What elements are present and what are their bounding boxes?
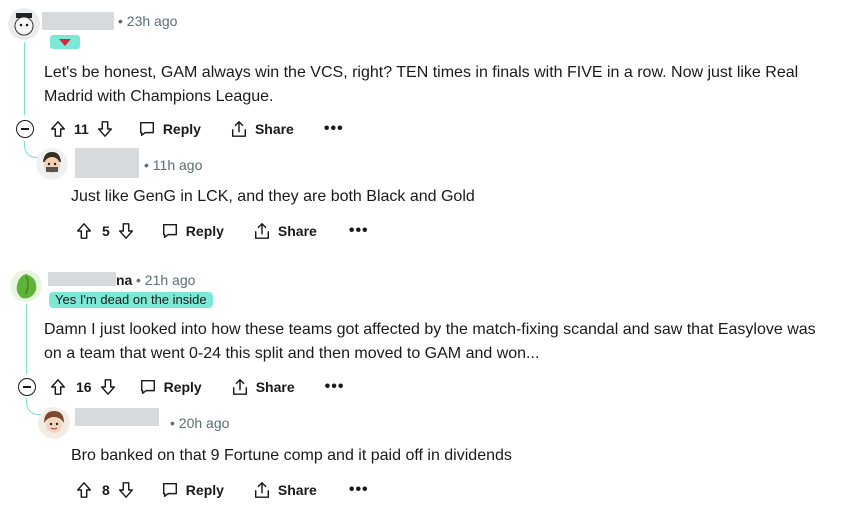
user-flair-badge xyxy=(50,35,80,49)
share-button[interactable]: Share xyxy=(252,221,317,241)
avatar[interactable] xyxy=(10,270,42,302)
collapse-thread-button[interactable] xyxy=(16,120,34,138)
reply-button[interactable]: Reply xyxy=(160,480,224,500)
username-redacted[interactable] xyxy=(75,148,139,178)
comment-actions: 5 Reply Share ••• xyxy=(74,219,369,243)
more-options-button[interactable]: ••• xyxy=(349,222,369,240)
upvote-icon[interactable] xyxy=(74,480,94,500)
reply-label: Reply xyxy=(185,223,224,239)
comment-timestamp: • 23h ago xyxy=(118,13,178,29)
vote-count: 11 xyxy=(74,121,89,137)
downvote-icon[interactable] xyxy=(95,119,115,139)
comment-body-line: Just like GenG in LCK, and they are both… xyxy=(71,188,475,205)
comment-icon xyxy=(137,119,157,139)
comment-timestamp: • 21h ago xyxy=(136,272,196,288)
share-button[interactable]: Share xyxy=(229,119,294,139)
comment-actions: 11 Reply Share ••• xyxy=(48,117,344,141)
comment-body-line: Let's be honest, GAM always win the VCS,… xyxy=(44,64,799,81)
downvote-icon[interactable] xyxy=(98,377,118,397)
username-redacted[interactable] xyxy=(48,272,116,286)
share-icon xyxy=(230,377,250,397)
comment-icon xyxy=(138,377,158,397)
share-button[interactable]: Share xyxy=(252,480,317,500)
reply-label: Reply xyxy=(163,379,202,395)
avatar[interactable] xyxy=(8,8,40,40)
reply-button[interactable]: Reply xyxy=(160,221,224,241)
avatar[interactable] xyxy=(38,407,70,439)
vote-count: 5 xyxy=(102,223,110,239)
comment-timestamp: • 20h ago xyxy=(170,415,230,431)
reply-button[interactable]: Reply xyxy=(138,377,202,397)
share-icon xyxy=(229,119,249,139)
comment-body-line: Damn I just looked into how these teams … xyxy=(44,321,816,338)
vote-count: 16 xyxy=(76,379,92,395)
downvote-icon[interactable] xyxy=(116,221,136,241)
user-flair-badge: Yes I'm dead on the inside xyxy=(49,292,213,308)
more-options-button[interactable]: ••• xyxy=(324,120,344,138)
username-suffix[interactable]: na xyxy=(116,272,132,288)
comment-icon xyxy=(160,480,180,500)
more-options-button[interactable]: ••• xyxy=(349,481,369,499)
comment-actions: 8 Reply Share ••• xyxy=(74,478,369,502)
comment-body-line: Madrid with Champions League. xyxy=(44,88,274,105)
comment-body-line: Bro banked on that 9 Fortune comp and it… xyxy=(71,447,512,464)
share-label: Share xyxy=(277,223,317,239)
reply-label: Reply xyxy=(185,482,224,498)
downvote-icon[interactable] xyxy=(116,480,136,500)
share-button[interactable]: Share xyxy=(230,377,295,397)
share-icon xyxy=(252,480,272,500)
thread-line[interactable] xyxy=(26,304,27,374)
username-redacted[interactable] xyxy=(75,408,159,426)
collapse-thread-button[interactable] xyxy=(18,378,36,396)
thread-line[interactable] xyxy=(24,42,25,115)
upvote-icon[interactable] xyxy=(48,377,68,397)
comment-icon xyxy=(160,221,180,241)
share-icon xyxy=(252,221,272,241)
upvote-icon[interactable] xyxy=(48,119,68,139)
comment-actions: 16 Reply Share ••• xyxy=(48,375,344,399)
username-redacted[interactable] xyxy=(42,12,114,30)
share-label: Share xyxy=(277,482,317,498)
share-label: Share xyxy=(254,121,294,137)
reply-label: Reply xyxy=(162,121,201,137)
reply-button[interactable]: Reply xyxy=(137,119,201,139)
comment-timestamp: • 11h ago xyxy=(144,157,203,173)
upvote-icon[interactable] xyxy=(74,221,94,241)
share-label: Share xyxy=(255,379,295,395)
comment-body-line: on a team that went 0-24 this split and … xyxy=(44,345,540,362)
vote-count: 8 xyxy=(102,482,110,498)
avatar[interactable] xyxy=(36,148,68,180)
more-options-button[interactable]: ••• xyxy=(325,378,345,396)
